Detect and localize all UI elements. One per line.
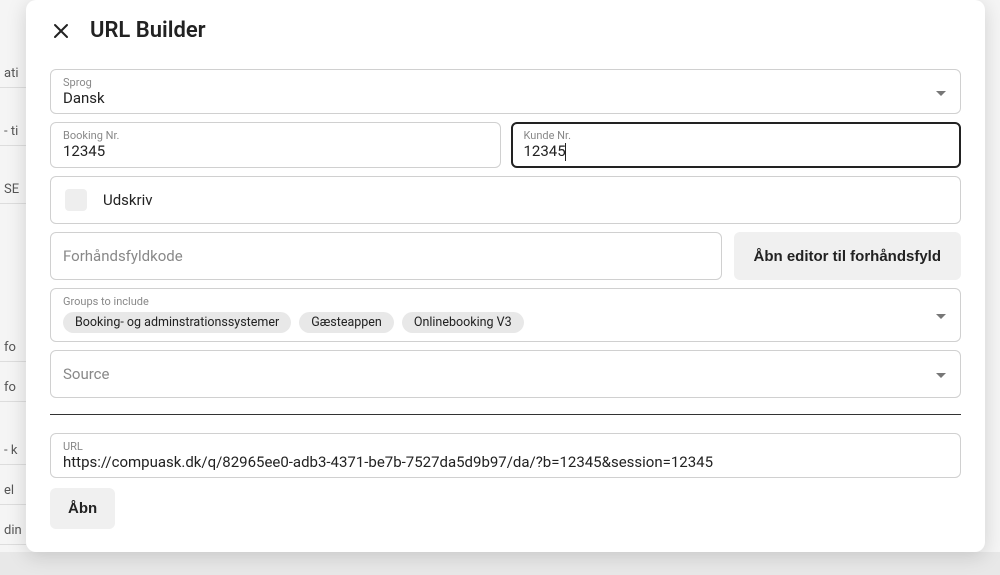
bg-item: el — [0, 477, 26, 505]
groups-label: Groups to include — [63, 295, 948, 308]
url-output[interactable]: URL https://compuask.dk/q/82965ee0-adb3-… — [50, 433, 961, 478]
booking-number-input[interactable]: Booking Nr. 12345 — [50, 122, 501, 168]
bg-item: - ti — [0, 118, 26, 146]
language-label: Sprog — [63, 76, 948, 89]
print-checkbox[interactable] — [65, 189, 87, 211]
chevron-down-icon — [936, 84, 946, 100]
open-button[interactable]: Åbn — [50, 488, 115, 529]
language-select[interactable]: Sprog Dansk — [50, 69, 961, 114]
bg-item: fo — [0, 334, 26, 362]
url-builder-modal: URL Builder Sprog Dansk Booking Nr. 1234… — [26, 0, 985, 552]
group-chip[interactable]: Gæsteappen — [299, 312, 394, 333]
groups-select[interactable]: Groups to include Booking- og adminstrat… — [50, 288, 961, 342]
print-label: Udskriv — [103, 191, 153, 209]
customer-label: Kunde Nr. — [524, 129, 949, 142]
source-select[interactable]: Source — [50, 350, 961, 398]
bg-item: din — [0, 517, 26, 545]
prefill-placeholder: Forhåndsfyldkode — [63, 247, 183, 265]
booking-value: 12345 — [63, 142, 488, 160]
chevron-down-icon — [936, 307, 946, 323]
modal-title: URL Builder — [90, 18, 206, 43]
open-prefill-editor-button[interactable]: Åbn editor til forhåndsfyld — [734, 232, 962, 280]
bg-item: fo — [0, 374, 26, 402]
source-placeholder: Source — [63, 365, 109, 383]
booking-label: Booking Nr. — [63, 129, 488, 142]
url-value: https://compuask.dk/q/82965ee0-adb3-4371… — [63, 453, 948, 471]
group-chip[interactable]: Booking- og adminstrationssystemer — [63, 312, 291, 333]
print-checkbox-field[interactable]: Udskriv — [50, 176, 961, 224]
prefill-code-input[interactable]: Forhåndsfyldkode — [50, 232, 722, 280]
divider — [50, 414, 961, 415]
chevron-down-icon — [936, 366, 946, 382]
bg-item: - k — [0, 437, 26, 465]
bg-item: SE — [0, 176, 26, 204]
customer-value: 12345 — [524, 142, 949, 161]
language-value: Dansk — [63, 89, 948, 107]
group-chip[interactable]: Onlinebooking V3 — [402, 312, 524, 333]
bg-item: ati — [0, 60, 26, 88]
url-label: URL — [63, 440, 948, 453]
close-button[interactable] — [50, 20, 72, 42]
customer-number-input[interactable]: Kunde Nr. 12345 — [511, 122, 962, 168]
